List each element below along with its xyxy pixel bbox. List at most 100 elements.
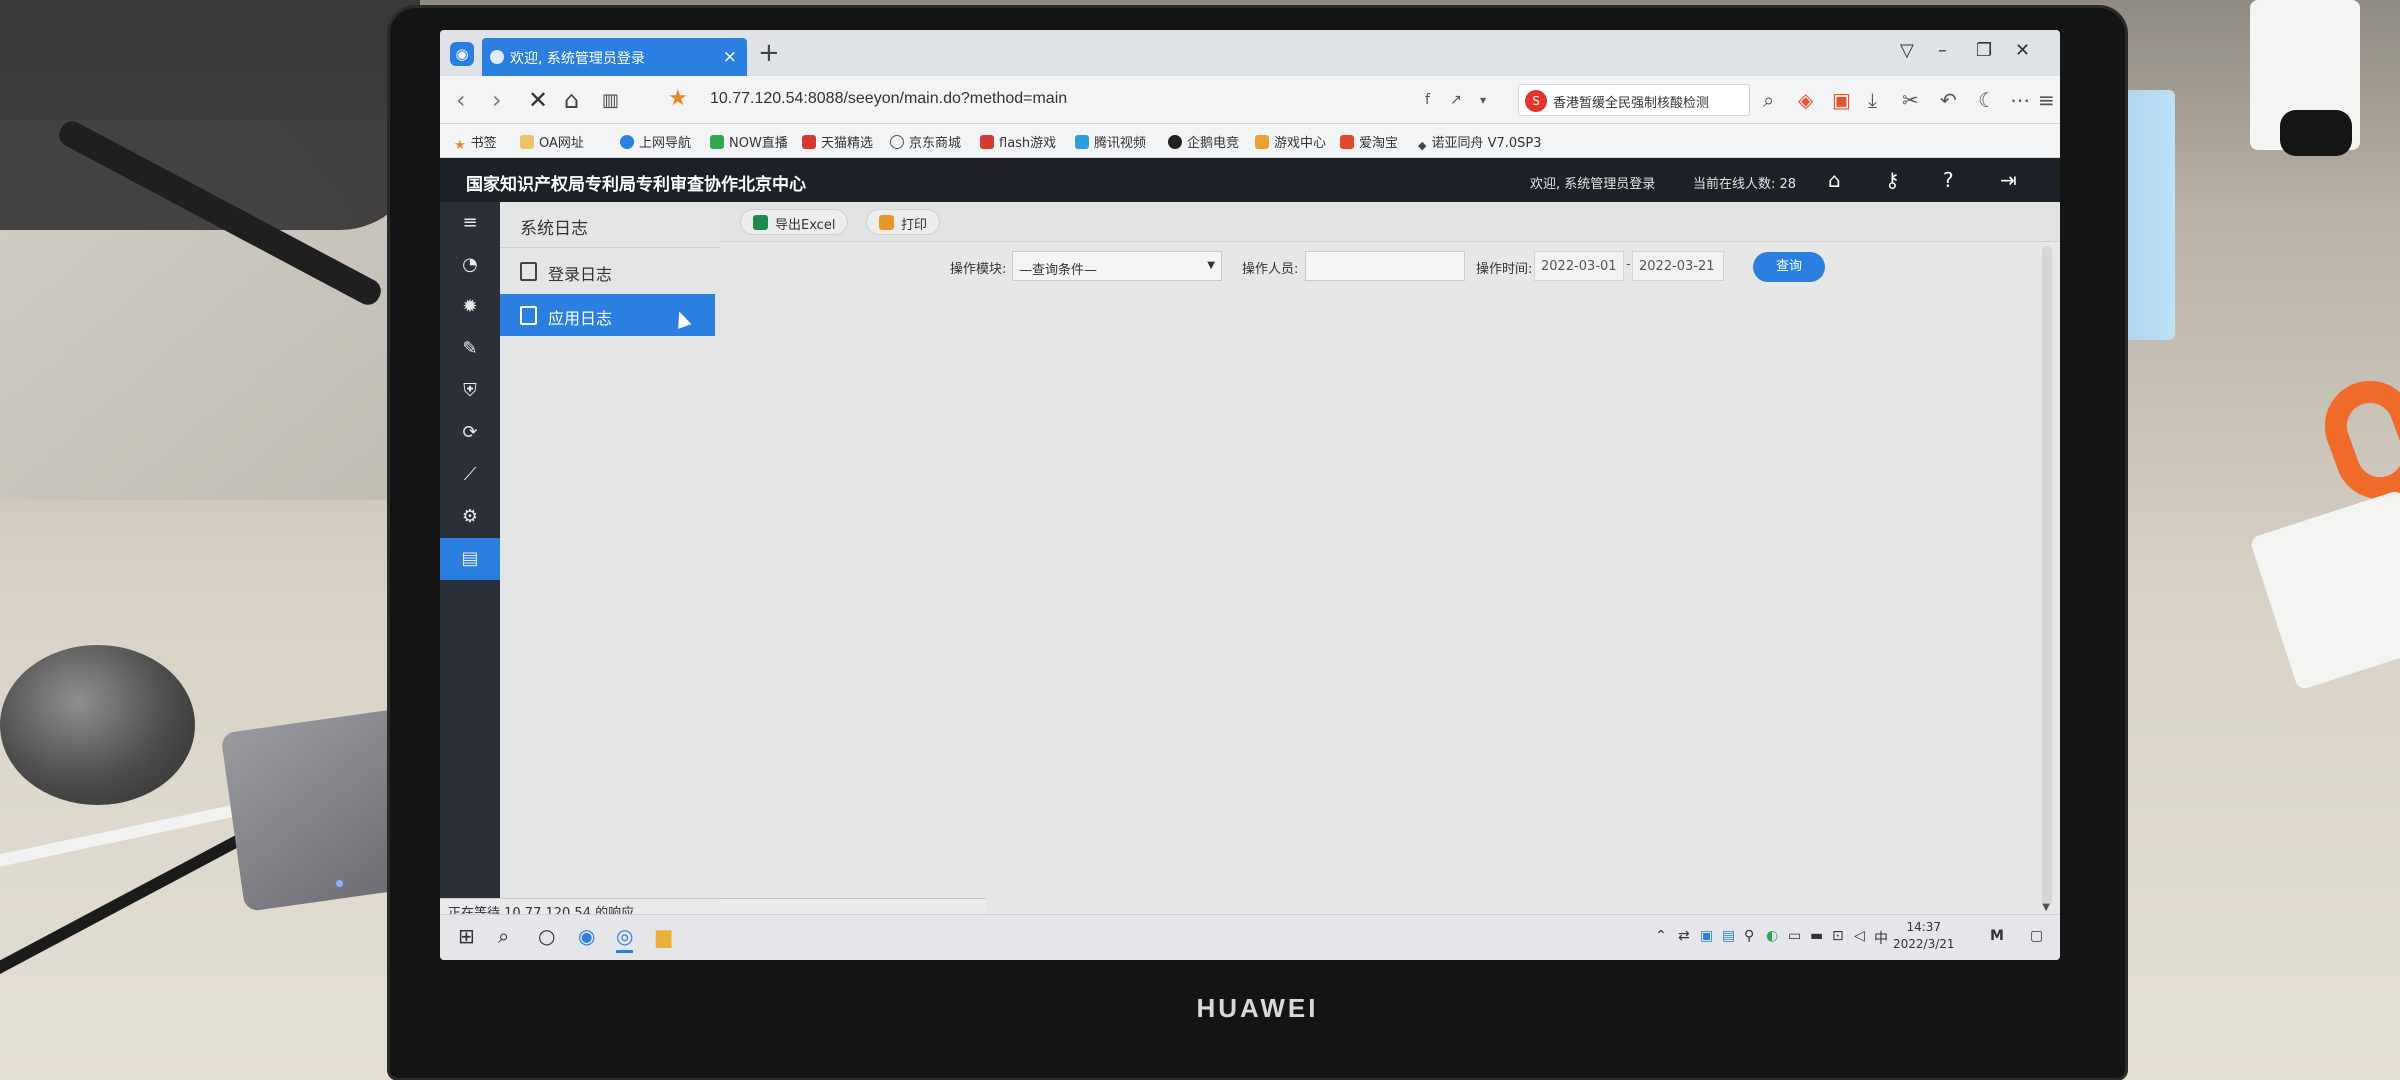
tray-display-icon[interactable]: ▬ bbox=[1810, 928, 1823, 944]
tray-sync-icon[interactable]: ⇄ bbox=[1678, 928, 1690, 944]
home-icon[interactable]: ⌂ bbox=[564, 86, 579, 114]
bookmark-item[interactable]: 腾讯视频 bbox=[1075, 132, 1146, 151]
tab-close-icon[interactable]: × bbox=[723, 47, 737, 67]
print-label: 打印 bbox=[901, 218, 928, 233]
tab-main[interactable]: 欢迎, 系统管理员登录 × bbox=[482, 38, 747, 76]
bookmark-item[interactable]: 游戏中心 bbox=[1255, 132, 1326, 151]
menu-item-label: 应用日志 bbox=[548, 309, 613, 328]
volume-icon[interactable]: ◁ bbox=[1854, 928, 1865, 944]
module-select-value: —查询条件— bbox=[1019, 263, 1098, 278]
refresh-icon[interactable]: ⟳ bbox=[440, 412, 500, 454]
log-icon bbox=[520, 262, 537, 281]
favorite-star-icon[interactable]: ★ bbox=[668, 86, 688, 111]
print-button[interactable]: 打印 bbox=[866, 209, 941, 235]
dropdown-icon[interactable]: ▾ bbox=[1480, 93, 1486, 107]
bookmark-item[interactable]: 上网导航 bbox=[620, 132, 691, 151]
operator-input[interactable] bbox=[1305, 251, 1465, 281]
menu-toggle-icon[interactable]: ≡ bbox=[440, 202, 500, 244]
url-field[interactable]: 10.77.120.54:8088/seeyon/main.do?method=… bbox=[710, 90, 1410, 108]
night-mode-icon[interactable]: ☾ bbox=[1978, 88, 1996, 112]
bookmark-item[interactable]: ◆ 诺亚同舟 V7.0SP3 bbox=[1418, 132, 1542, 153]
earbuds-case bbox=[0, 645, 195, 805]
search-input[interactable]: S 香港暂缓全民强制核酸检测 bbox=[1518, 84, 1750, 116]
tray-screen-icon[interactable]: ▤ bbox=[1722, 928, 1735, 944]
huawei-manager-icon[interactable]: Ⅿ bbox=[1990, 928, 2004, 944]
share-icon[interactable]: f bbox=[1425, 92, 1430, 108]
tab-title: 欢迎, 系统管理员登录 bbox=[510, 51, 645, 67]
game-icon[interactable]: ◈ bbox=[1798, 88, 1813, 112]
browser-tabbar: ◉ 欢迎, 系统管理员登录 × + ▽ – ❐ ✕ bbox=[440, 30, 2060, 76]
bookmark-item[interactable]: 京东商城 bbox=[890, 132, 961, 151]
export-excel-button[interactable]: 导出Excel bbox=[740, 209, 849, 235]
tray-lock-icon[interactable]: ⚲ bbox=[1744, 928, 1754, 944]
search-icon[interactable]: ⌕ bbox=[1763, 88, 1774, 112]
undo-icon[interactable]: ↶ bbox=[1940, 88, 1957, 112]
browser-logo-icon[interactable]: ◉ bbox=[450, 42, 474, 66]
query-button[interactable]: 查询 bbox=[1753, 252, 1825, 282]
clock-time: 14:37 bbox=[1906, 920, 1942, 934]
task-view-icon[interactable]: ○ bbox=[538, 924, 555, 948]
bookmark-item[interactable]: flash游戏 bbox=[980, 132, 1056, 151]
forward-icon[interactable]: › bbox=[492, 86, 502, 114]
new-tab-button[interactable]: + bbox=[758, 38, 780, 68]
restore-icon[interactable]: ❐ bbox=[1976, 40, 1992, 61]
search-icon[interactable]: ⌕ bbox=[498, 924, 509, 948]
gear-icon[interactable]: ⚙ bbox=[440, 496, 500, 538]
start-icon[interactable]: ⊞ bbox=[458, 924, 475, 948]
log-icon[interactable]: ▤ bbox=[440, 538, 500, 580]
link-icon[interactable]: ⟋ bbox=[440, 454, 500, 496]
clock-date: 2022/3/21 bbox=[1893, 937, 1955, 951]
open-external-icon[interactable]: ↗ bbox=[1450, 92, 1462, 108]
date-separator: - bbox=[1626, 257, 1631, 272]
bookmark-item[interactable]: 爱淘宝 bbox=[1340, 132, 1398, 151]
notification-icon[interactable]: ▢ bbox=[2030, 928, 2043, 944]
tray-network-icon[interactable]: ▭ bbox=[1788, 928, 1801, 944]
module-select[interactable]: —查询条件— ▼ bbox=[1012, 251, 1222, 281]
screen: ◉ 欢迎, 系统管理员登录 × + ▽ – ❐ ✕ ‹ › ✕ ⌂ ▥ ★ 10… bbox=[440, 30, 2060, 960]
bookmark-item[interactable]: OA网址 bbox=[520, 132, 584, 151]
edge-icon[interactable]: ◉ bbox=[578, 924, 595, 948]
excel-icon bbox=[753, 215, 768, 230]
download-icon[interactable]: ⤓ bbox=[1868, 88, 1877, 112]
scissors-icon[interactable]: ✂ bbox=[1902, 88, 1919, 112]
welcome-text: 欢迎, 系统管理员登录 bbox=[1530, 177, 1656, 192]
bookmark-item[interactable]: ★ 书签 bbox=[454, 132, 497, 153]
scrollbar[interactable] bbox=[2042, 246, 2052, 906]
monitor-brand: HUAWEI bbox=[1196, 993, 1319, 1023]
more-icon[interactable]: ⋯ bbox=[2010, 88, 2030, 112]
shirt-icon[interactable]: ▽ bbox=[1900, 40, 1914, 61]
menu-item-app-log[interactable]: 应用日志 bbox=[500, 294, 715, 336]
tray-expand-icon[interactable]: ⌃ bbox=[1655, 928, 1667, 944]
dashboard-icon[interactable]: ◔ bbox=[440, 244, 500, 286]
file-explorer-icon[interactable]: ▆ bbox=[656, 924, 671, 948]
settings-icon[interactable]: ✹ bbox=[440, 286, 500, 328]
app-icon[interactable]: ▣ bbox=[1832, 88, 1851, 112]
key-icon[interactable]: ⚷ bbox=[1885, 168, 1900, 192]
bookmark-item[interactable]: NOW直播 bbox=[710, 132, 788, 151]
date-to-input[interactable]: 2022-03-21 bbox=[1632, 251, 1724, 281]
system-clock[interactable]: 14:37 2022/3/21 bbox=[1893, 919, 1955, 953]
home-icon[interactable]: ⌂ bbox=[1828, 168, 1841, 192]
bookmark-item[interactable]: 天猫精选 bbox=[802, 132, 873, 151]
ime-indicator[interactable]: 中 bbox=[1874, 928, 1888, 948]
minimize-icon[interactable]: – bbox=[1938, 40, 1947, 61]
reader-icon[interactable]: ▥ bbox=[602, 90, 619, 111]
help-icon[interactable]: ? bbox=[1943, 168, 1954, 192]
app-title: 国家知识产权局专利局专利审查协作北京中心 bbox=[466, 175, 806, 195]
close-window-icon[interactable]: ✕ bbox=[2015, 40, 2030, 61]
bookmark-item[interactable]: 企鹅电竞 bbox=[1168, 132, 1239, 151]
tray-app-icon[interactable]: ▣ bbox=[1700, 928, 1713, 944]
shield-icon[interactable]: ⛨ bbox=[440, 370, 500, 412]
browser-taskbar-icon[interactable]: ◎ bbox=[616, 924, 634, 953]
edit-icon[interactable]: ✎ bbox=[440, 328, 500, 370]
date-from-input[interactable]: 2022-03-01 bbox=[1534, 251, 1624, 281]
stop-icon[interactable]: ✕ bbox=[528, 86, 548, 114]
back-icon[interactable]: ‹ bbox=[456, 86, 466, 114]
menu-item-login-log[interactable]: 登录日志 bbox=[500, 250, 715, 292]
tray-wechat-icon[interactable]: ◐ bbox=[1766, 928, 1778, 944]
logout-icon[interactable]: ⇥ bbox=[2000, 168, 2017, 192]
menu-icon[interactable]: ≡ bbox=[2038, 88, 2055, 112]
time-label: 操作时间: bbox=[1476, 262, 1533, 277]
scroll-down-icon[interactable]: ▼ bbox=[2042, 902, 2050, 913]
tray-monitor-icon[interactable]: ⊡ bbox=[1832, 928, 1844, 944]
